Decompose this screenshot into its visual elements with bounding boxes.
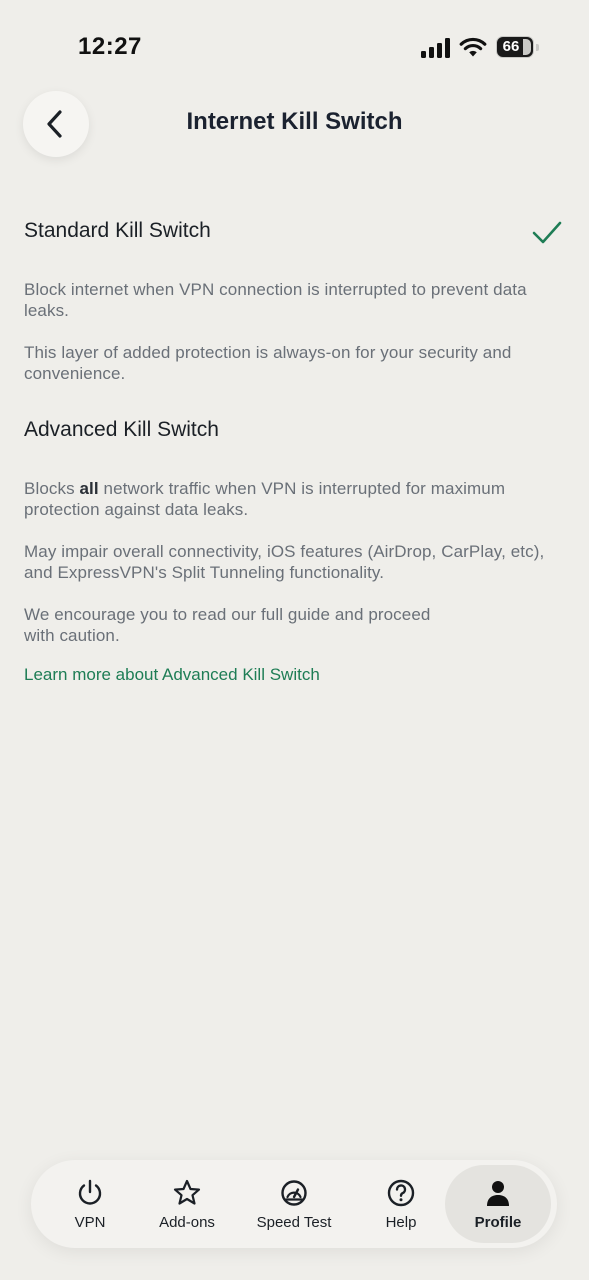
battery-icon: 66 bbox=[496, 36, 540, 58]
nav-label-add-ons: Add-ons bbox=[159, 1213, 215, 1231]
nav-item-profile[interactable]: Profile bbox=[445, 1165, 551, 1243]
standard-description-1: Block internet when VPN connection is in… bbox=[24, 280, 527, 320]
standard-description-2: This layer of added protection is always… bbox=[24, 343, 512, 383]
advanced-description-1: Blocks all network traffic when VPN is i… bbox=[24, 479, 506, 519]
nav-item-help[interactable]: Help bbox=[356, 1160, 446, 1248]
cellular-signal-icon bbox=[421, 38, 450, 58]
nav-label-vpn: VPN bbox=[74, 1213, 106, 1231]
learn-more-link[interactable]: Learn more about Advanced Kill Switch bbox=[24, 665, 320, 685]
power-icon bbox=[78, 1179, 102, 1205]
nav-label-help: Help bbox=[385, 1213, 417, 1231]
status-bar: 12:27 66 bbox=[0, 0, 589, 95]
person-icon bbox=[487, 1180, 509, 1206]
star-icon bbox=[173, 1179, 201, 1205]
checkmark-icon bbox=[532, 221, 562, 244]
nav-label-profile: Profile bbox=[474, 1213, 522, 1231]
page-title: Internet Kill Switch bbox=[186, 108, 403, 135]
advanced-description-3-line-2: with caution. bbox=[24, 626, 120, 645]
advanced-kill-switch-option[interactable]: Advanced Kill Switch bbox=[24, 418, 219, 442]
question-circle-icon bbox=[387, 1179, 415, 1206]
emphasis-all: all bbox=[79, 479, 99, 498]
nav-item-add-ons[interactable]: Add-ons bbox=[142, 1160, 232, 1248]
standard-kill-switch-option[interactable]: Standard Kill Switch bbox=[24, 219, 211, 243]
nav-label-speed-test: Speed Test bbox=[256, 1213, 332, 1231]
speedometer-icon bbox=[281, 1179, 307, 1206]
bottom-nav: VPN Add-ons Speed Test Help Profile bbox=[31, 1160, 557, 1248]
battery-level: 66 bbox=[502, 38, 520, 55]
wifi-icon bbox=[459, 37, 487, 57]
status-time: 12:27 bbox=[78, 33, 142, 60]
nav-item-speed-test[interactable]: Speed Test bbox=[241, 1160, 347, 1248]
advanced-description-3: We encourage you to read our full guide … bbox=[24, 604, 569, 646]
nav-item-vpn[interactable]: VPN bbox=[45, 1160, 135, 1248]
advanced-description-3-line-1: We encourage you to read our full guide … bbox=[24, 605, 431, 624]
advanced-description-2: May impair overall connectivity, iOS fea… bbox=[24, 542, 545, 582]
